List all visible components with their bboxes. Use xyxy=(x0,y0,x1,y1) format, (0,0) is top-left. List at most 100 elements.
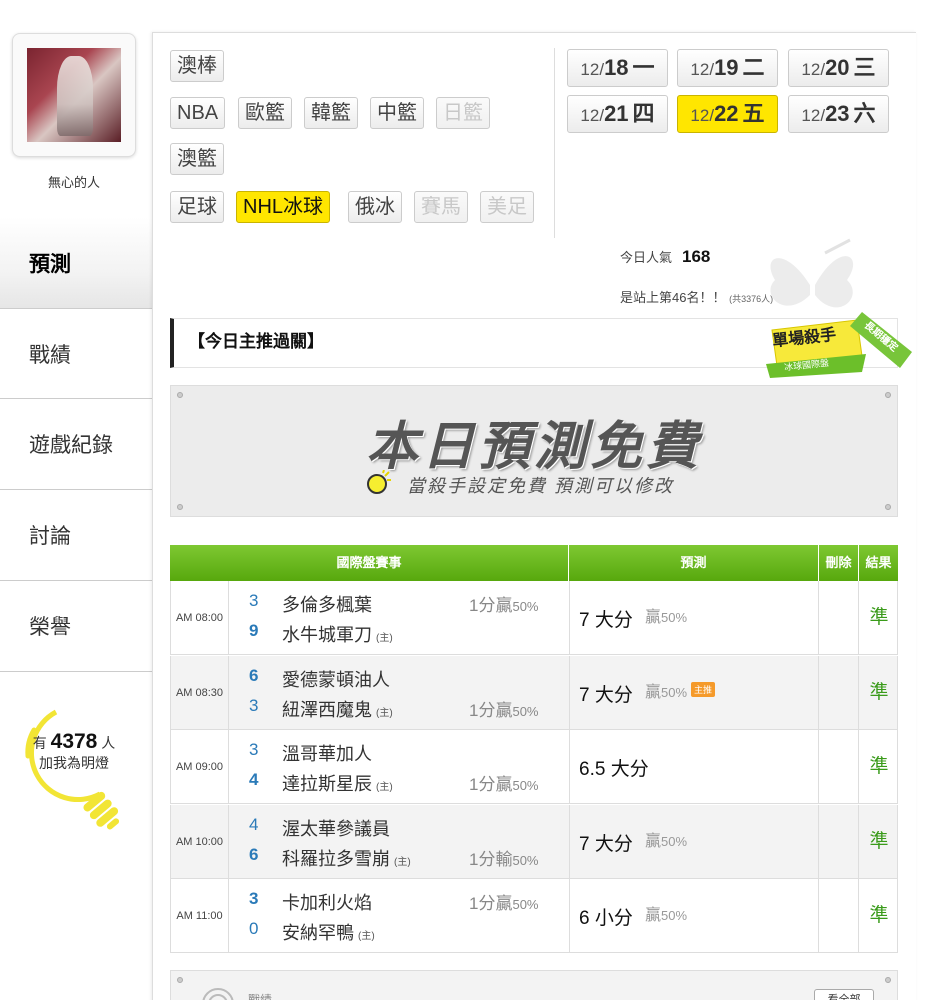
prediction-value: 7 大分 xyxy=(579,685,633,706)
nav-item-discussion[interactable]: 討論 xyxy=(0,490,152,581)
team2-score: 9 xyxy=(249,621,259,640)
sport-tab-aus-baseball[interactable]: 澳棒 xyxy=(170,50,224,82)
prediction-odds: 贏50% xyxy=(645,609,688,626)
killer-badge: 單場殺手 冰球國際盤 長期穩定 xyxy=(762,312,922,392)
record-icon xyxy=(202,988,234,1000)
team1-name[interactable]: 溫哥華加人 xyxy=(282,740,372,766)
prediction-cell: 6 小分 贏50% xyxy=(569,879,819,953)
date-day: 23 xyxy=(825,101,850,126)
sport-tab-aus-basketball[interactable]: 澳籃 xyxy=(170,143,224,175)
nav-item-honors[interactable]: 榮譽 xyxy=(0,581,152,672)
lightbulb-icon xyxy=(367,470,391,494)
date-month: 12/ xyxy=(801,60,826,79)
team1-score: 3 xyxy=(249,889,259,908)
date-button[interactable]: 12/21 四 xyxy=(567,95,668,133)
nav-item-game-history[interactable]: 遊戲紀錄 xyxy=(0,399,152,490)
date-day: 20 xyxy=(825,55,850,80)
date-button[interactable]: 12/20 三 xyxy=(788,49,889,87)
date-day: 18 xyxy=(604,55,629,80)
team1-score: 3 xyxy=(249,740,259,759)
view-all-button[interactable]: 看全部 xyxy=(814,989,874,1000)
sport-tab-russia-hockey[interactable]: 俄冰 xyxy=(348,191,402,223)
team1-name[interactable]: 卡加利火焰 xyxy=(282,889,372,915)
sport-tab-euro-basketball[interactable]: 歐籃 xyxy=(238,97,292,129)
sport-tab-horse-racing: 賽馬 xyxy=(414,191,468,223)
team1-name[interactable]: 多倫多楓葉 xyxy=(282,591,372,617)
avatar-image xyxy=(27,48,121,142)
record-panel: 戰績 看全部 xyxy=(170,970,898,1000)
username[interactable]: 無心的人 xyxy=(0,172,148,191)
table-header: 國際盤賽事 預測 刪除 結果 xyxy=(170,545,898,581)
prediction-value: 6 小分 xyxy=(579,908,633,929)
lamp-subtext: 加我為明燈 xyxy=(39,755,109,771)
game-time: AM 10:00 xyxy=(171,805,229,879)
sport-tab-soccer[interactable]: 足球 xyxy=(170,191,224,223)
game-time: AM 09:00 xyxy=(171,730,229,804)
team1-name[interactable]: 愛德蒙頓油人 xyxy=(282,666,390,692)
date-month: 12/ xyxy=(580,106,605,125)
prediction-cell: 7 大分 贏50% 主推 xyxy=(569,656,819,730)
prediction-cell: 7 大分 贏50% xyxy=(569,805,819,879)
nav-item-record[interactable]: 戰績 xyxy=(0,308,152,399)
header-delete: 刪除 xyxy=(825,555,852,570)
lamp-count: 4378 xyxy=(50,730,98,753)
date-button[interactable]: 12/19 二 xyxy=(677,49,778,87)
record-label: 戰績 xyxy=(248,993,273,1000)
team2-name[interactable]: 達拉斯星辰 (主) xyxy=(282,770,393,796)
team2-name[interactable]: 水牛城軍刀 (主) xyxy=(282,621,393,647)
home-mark: (主) xyxy=(376,708,393,719)
lamp-prefix: 有 xyxy=(32,735,47,751)
date-button[interactable]: 12/23 六 xyxy=(788,95,889,133)
home-mark: (主) xyxy=(358,931,375,942)
table-row: AM 08:00 3 多倫多楓葉 9 水牛城軍刀 (主) 1分贏50% 7 大分 贏50% 準 xyxy=(170,581,898,655)
sport-tab-nba[interactable]: NBA xyxy=(170,97,226,129)
pin-icon xyxy=(177,392,183,398)
sport-tab-japan-basketball: 日籃 xyxy=(436,97,490,129)
team1-name[interactable]: 渥太華參議員 xyxy=(282,815,390,841)
prediction-value: 6.5 大分 xyxy=(579,759,649,780)
date-button[interactable]: 12/18 一 xyxy=(567,49,668,87)
date-month: 12/ xyxy=(580,60,605,79)
game-time: AM 11:00 xyxy=(171,879,229,953)
team1-score: 4 xyxy=(249,815,259,834)
nav-item-prediction[interactable]: 預測 xyxy=(0,217,152,308)
date-day: 22 xyxy=(714,101,739,126)
rank-total: (共3376人) xyxy=(729,294,774,304)
delete-cell xyxy=(819,730,859,804)
date-month: 12/ xyxy=(801,106,826,125)
handicap-odds: 1分贏50% xyxy=(469,701,539,720)
team2-name[interactable]: 科羅拉多雪崩 (主) xyxy=(282,845,411,871)
delete-cell xyxy=(819,581,859,655)
date-weekday: 二 xyxy=(742,55,765,80)
prediction-value: 7 大分 xyxy=(579,610,633,631)
result-cell: 準 xyxy=(869,607,889,628)
prediction-cell: 6.5 大分 xyxy=(569,730,819,804)
team2-name[interactable]: 紐澤西魔鬼 (主) xyxy=(282,696,393,722)
left-nav: 預測 戰績 遊戲紀錄 討論 榮譽 xyxy=(0,217,152,672)
sport-tab-korea-basketball[interactable]: 韓籃 xyxy=(304,97,358,129)
prediction-odds: 贏50% xyxy=(645,833,688,850)
rank-text: 是站上第46名！！ xyxy=(620,290,726,305)
pin-icon xyxy=(177,977,183,983)
team2-score: 4 xyxy=(249,770,259,789)
banner-title: 本日預測免費 xyxy=(365,418,702,476)
divider xyxy=(554,48,555,238)
date-button-selected[interactable]: 12/22 五 xyxy=(677,95,778,133)
table-row: AM 08:30 6 愛德蒙頓油人 3 紐澤西魔鬼 (主) 1分贏50% 7 大分 贏50% 主推… xyxy=(170,656,898,730)
header-result: 結果 xyxy=(865,555,892,570)
avatar[interactable] xyxy=(12,33,136,157)
popularity-today: 今日人氣 168 xyxy=(620,247,710,267)
team2-score: 3 xyxy=(249,696,259,715)
date-weekday: 六 xyxy=(853,101,876,126)
follow-lamp[interactable]: 有 4378 人 加我為明燈 xyxy=(14,706,120,838)
badge-icon xyxy=(766,312,912,378)
sport-tab-china-basketball[interactable]: 中籃 xyxy=(370,97,424,129)
header-prediction: 預測 xyxy=(680,555,707,570)
handicap-odds: 1分贏50% xyxy=(469,894,539,913)
team1-score: 6 xyxy=(249,666,259,685)
pin-icon xyxy=(885,504,891,510)
team2-name[interactable]: 安納罕鴨 (主) xyxy=(282,919,375,945)
date-weekday: 四 xyxy=(632,101,655,126)
sport-tab-nhl[interactable]: NHL冰球 xyxy=(236,191,331,223)
home-mark: (主) xyxy=(376,633,393,644)
